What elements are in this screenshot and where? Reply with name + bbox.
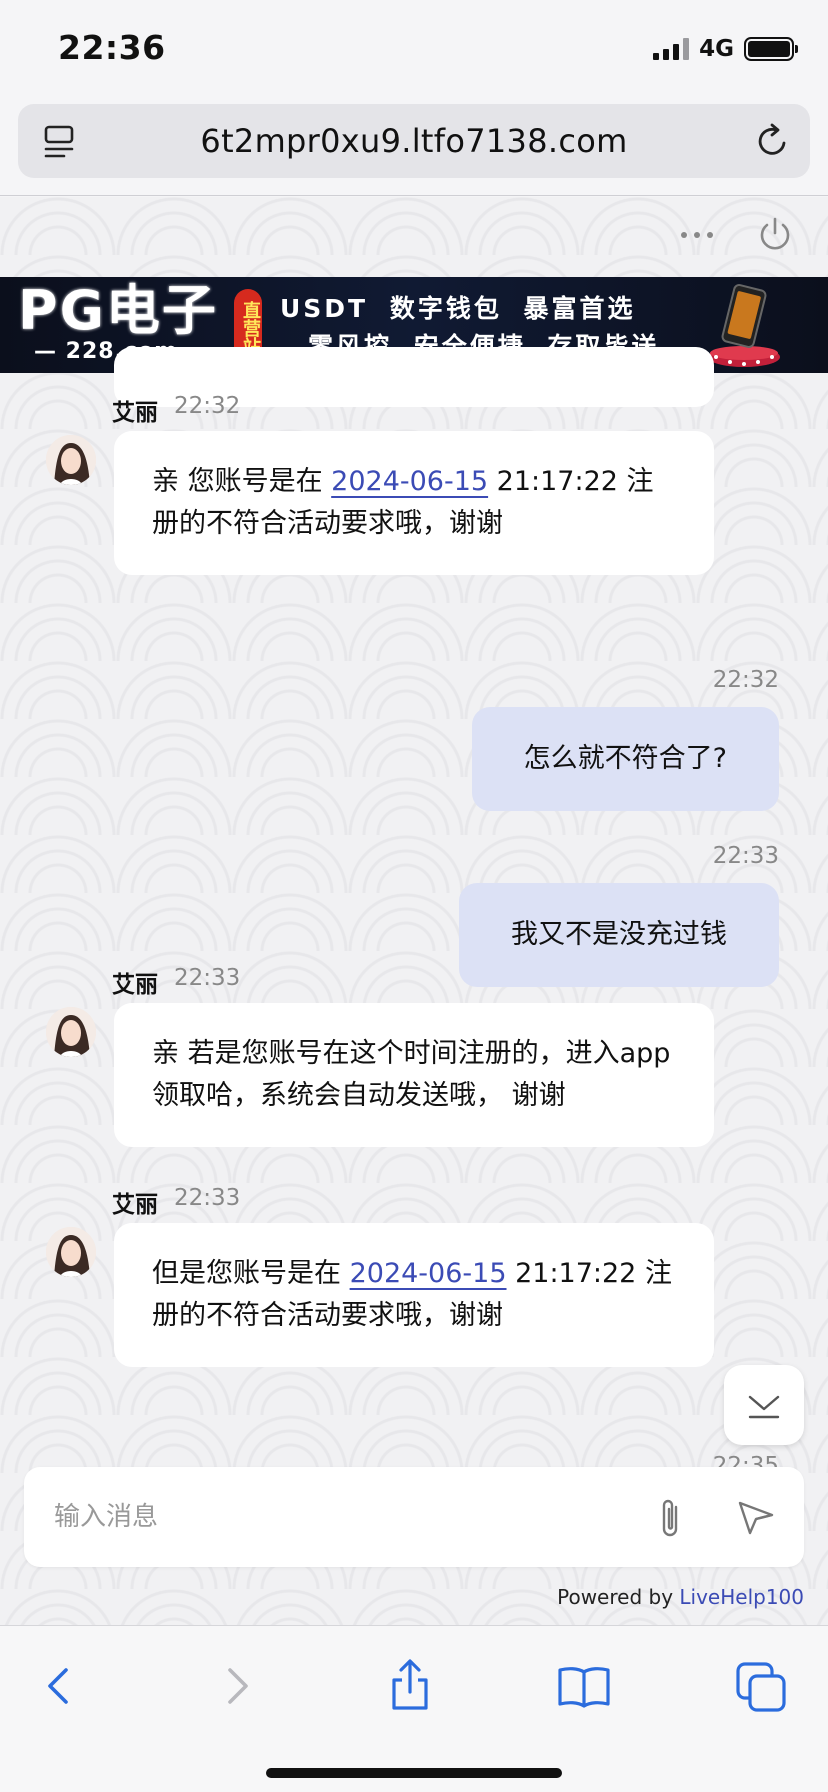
chat-header (0, 197, 828, 277)
message-time: 22:32 (174, 393, 241, 419)
chat-area[interactable]: PG电子 — 228.com — 直营站 USDT 数字钱包 暴富首选 零风控 … (0, 197, 828, 1625)
browser-address-area: 6t2mpr0xu9.ltfo7138.com (0, 100, 828, 196)
more-icon[interactable] (680, 231, 714, 239)
date-link[interactable]: 2024-06-15 (350, 1258, 507, 1289)
share-icon[interactable] (380, 1656, 440, 1716)
powered-by-brand[interactable]: LiveHelp100 (679, 1585, 804, 1609)
avatar[interactable] (46, 1227, 96, 1277)
avatar[interactable] (46, 435, 96, 485)
battery-icon (744, 37, 798, 61)
avatar[interactable] (46, 1007, 96, 1057)
message-composer (24, 1467, 804, 1567)
signal-icon (653, 38, 690, 60)
message-input[interactable] (54, 1497, 614, 1537)
back-icon[interactable] (30, 1656, 90, 1716)
powered-by: Powered by LiveHelp100 (557, 1585, 804, 1609)
message-time: 22:33 (712, 843, 779, 869)
powered-by-prefix: Powered by (557, 1585, 680, 1609)
sender-name: 艾丽 (112, 1192, 158, 1218)
tabs-icon[interactable] (732, 1656, 792, 1716)
message-time: 22:35 (712, 1453, 779, 1467)
power-icon[interactable] (756, 215, 794, 253)
status-indicators: 4G (653, 36, 798, 62)
forward-icon[interactable] (206, 1656, 266, 1716)
sender-name: 艾丽 (112, 400, 158, 426)
scroll-to-bottom-button[interactable] (724, 1365, 804, 1445)
network-label: 4G (699, 36, 734, 62)
user-message-bubble: 我又不是没充过钱 (459, 883, 779, 987)
agent-message-bubble: 亲 您账号是在 2024-06-15 21:17:22 注册的不符合活动要求哦，… (114, 431, 714, 575)
send-icon[interactable] (736, 1497, 776, 1537)
user-message-bubble: 怎么就不符合了? (471, 707, 779, 811)
attach-icon[interactable] (656, 1495, 686, 1541)
address-bar[interactable]: 6t2mpr0xu9.ltfo7138.com (18, 104, 810, 178)
message-time: 22:33 (174, 1185, 241, 1211)
bookmarks-icon[interactable] (554, 1656, 614, 1716)
agent-message-bubble: 但是您账号是在 2024-06-15 21:17:22 注册的不符合活动要求哦，… (114, 1223, 714, 1367)
phone-illustration-icon (708, 284, 780, 367)
date-link[interactable]: 2024-06-15 (331, 466, 488, 497)
message-text: 亲 您账号是在 (152, 466, 332, 497)
banner-headline: USDT 数字钱包 暴富首选 (280, 294, 636, 323)
status-bar: 22:36 4G (0, 0, 828, 100)
reload-icon[interactable] (754, 122, 792, 160)
banner-logo: PG电子 (18, 279, 218, 342)
message-time: 22:33 (174, 965, 241, 991)
browser-toolbar (0, 1625, 828, 1792)
status-time: 22:36 (58, 28, 166, 67)
message-time: 22:32 (712, 667, 779, 693)
scroll-down-icon (748, 1395, 780, 1419)
message-text: 但是您账号是在 (152, 1258, 350, 1289)
agent-message-bubble: 亲 若是您账号在这个时间注册的，进入app领取哈，系统会自动发送哦， 谢谢 (114, 1003, 714, 1147)
home-indicator (266, 1768, 562, 1778)
sender-name: 艾丽 (112, 972, 158, 998)
url-text[interactable]: 6t2mpr0xu9.ltfo7138.com (18, 122, 810, 160)
